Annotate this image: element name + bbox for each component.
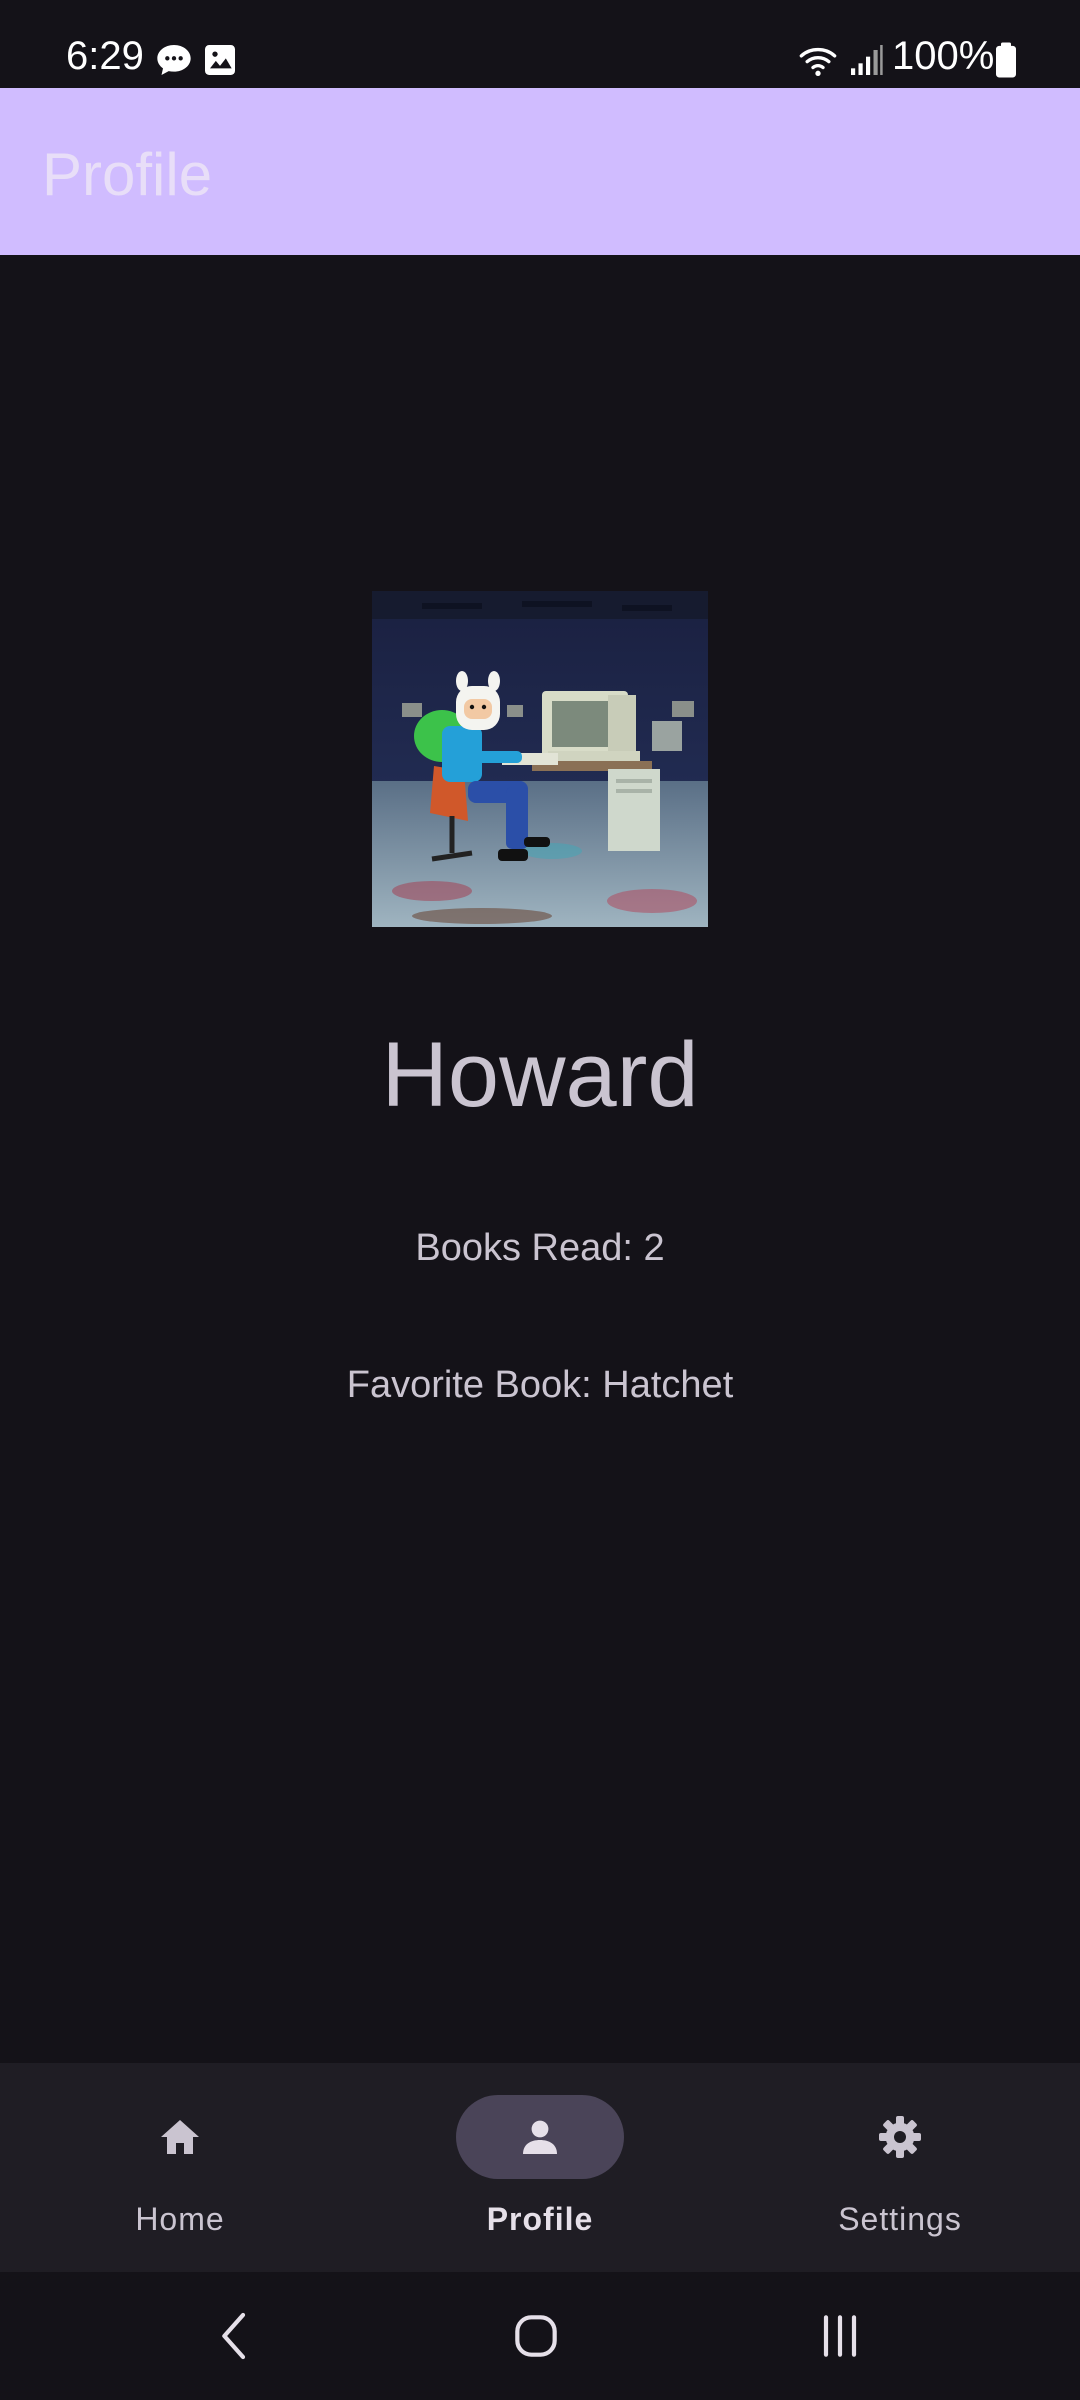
- nav-label-profile: Profile: [486, 2201, 594, 2237]
- books-read-text: Books Read: 2: [415, 1227, 665, 1269]
- back-icon[interactable]: [208, 2308, 264, 2364]
- profile-screen: 6:29 100% Profile Howard Books Read: 2 F…: [0, 0, 1080, 2400]
- nav-item-home[interactable]: Home: [0, 2063, 360, 2272]
- home-icon: [161, 2120, 199, 2154]
- favorite-book-text: Favorite Book: Hatchet: [346, 1364, 734, 1406]
- chat-bubble-icon: [157, 45, 191, 75]
- status-bar: 6:29 100%: [0, 0, 1080, 88]
- top-app-bar: Profile: [0, 88, 1080, 255]
- profile-name: Howard: [381, 1024, 699, 1126]
- recents-icon[interactable]: [812, 2308, 868, 2364]
- status-time: 6:29: [66, 34, 144, 78]
- wifi-icon: [799, 47, 837, 76]
- nav-item-settings[interactable]: Settings: [720, 2063, 1080, 2272]
- home-circle-icon[interactable]: [508, 2308, 564, 2364]
- image-icon: [205, 45, 235, 75]
- nav-label-settings: Settings: [838, 2201, 962, 2237]
- nav-label-home: Home: [135, 2201, 225, 2237]
- profile-avatar-image: [372, 591, 708, 927]
- system-navigation-bar: [0, 2272, 1080, 2400]
- nav-item-profile[interactable]: Profile: [360, 2063, 720, 2272]
- bottom-navigation-bar: Home Profile Settings: [0, 2063, 1080, 2272]
- gear-icon: [879, 2116, 921, 2158]
- battery-icon: [996, 42, 1016, 78]
- signal-icon: [851, 45, 883, 75]
- page-title: Profile: [42, 141, 213, 208]
- battery-percentage: 100%: [892, 34, 995, 78]
- person-icon: [523, 2120, 557, 2154]
